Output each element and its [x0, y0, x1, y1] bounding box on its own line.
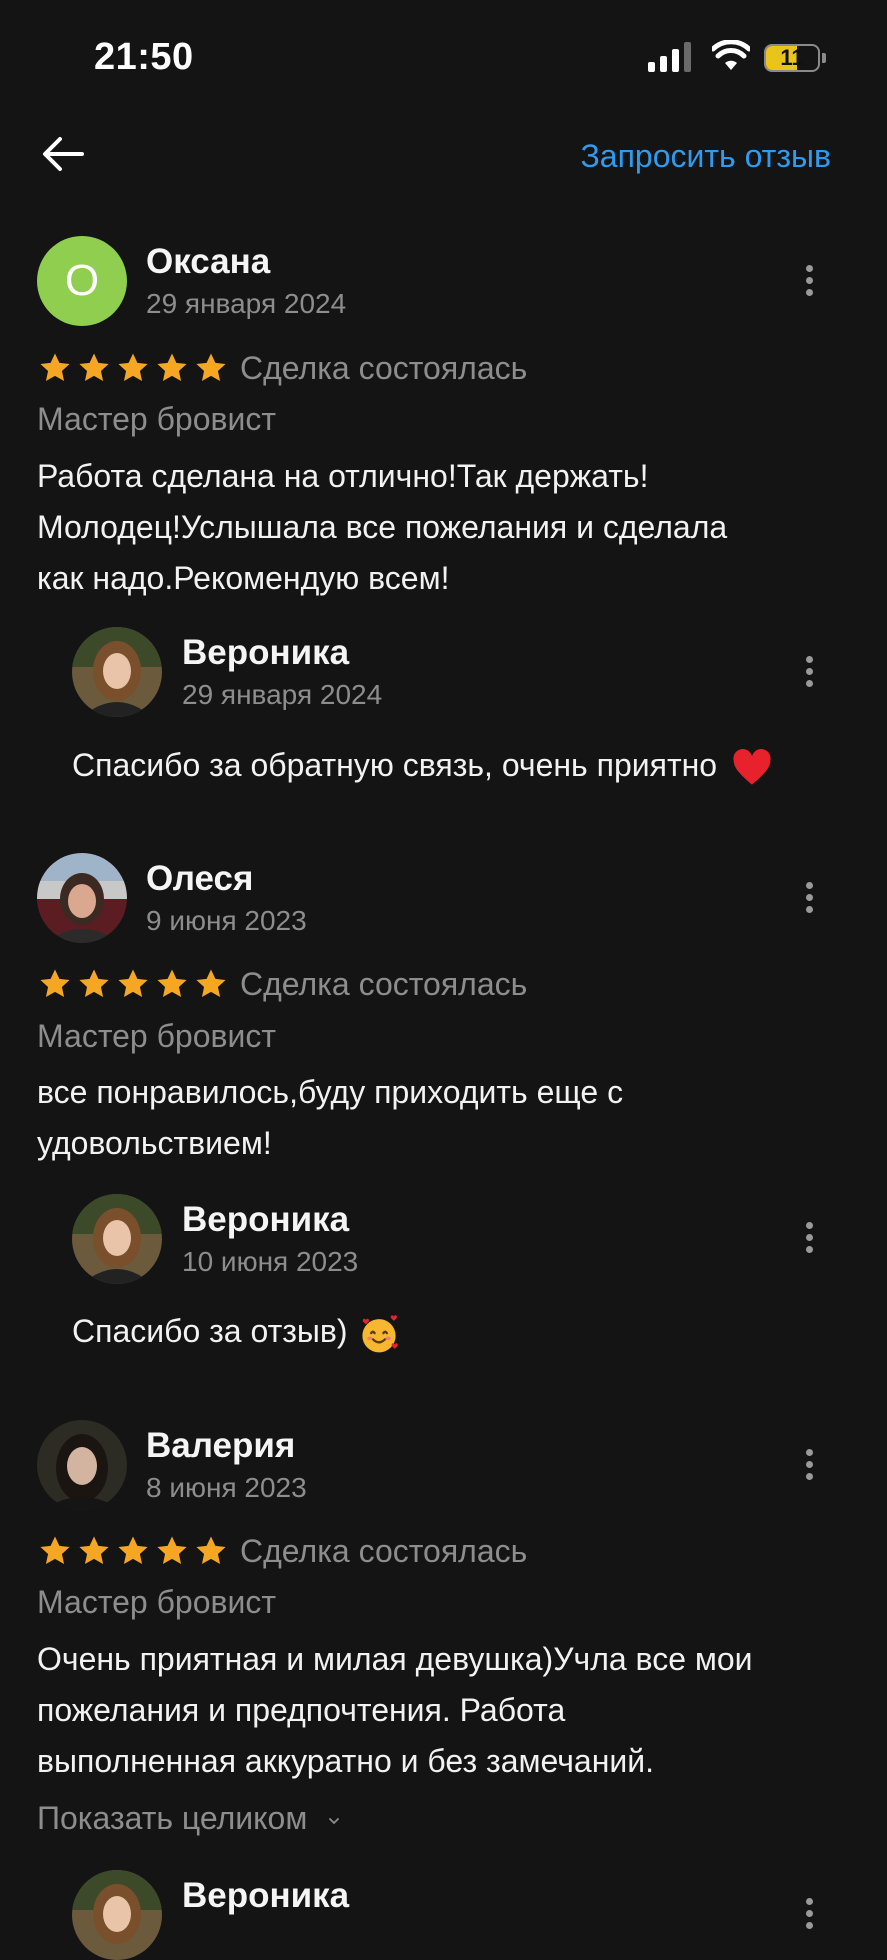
show-full-review-button[interactable]: Показать целиком	[37, 1800, 342, 1837]
rating-stars	[38, 966, 233, 1002]
smiling-face-with-hearts-emoji	[362, 1314, 399, 1352]
star-icon	[79, 1536, 109, 1565]
star-icon	[196, 1536, 226, 1565]
review-text-line: Молодец!Услышала все пожелания и сделала	[37, 509, 728, 545]
chevron-down-icon	[329, 1817, 340, 1824]
reviewer-name[interactable]: Оксана	[146, 242, 270, 282]
review-text-line: удовольствием!	[37, 1125, 272, 1161]
review-text: Очень приятная и милая девушка)Учла все …	[37, 1634, 847, 1787]
review-date: 9 июня 2023	[146, 905, 307, 936]
status-time: 21:50	[94, 36, 194, 78]
battery-nub	[822, 53, 826, 63]
star-icon	[157, 969, 187, 998]
star-icon	[118, 1536, 148, 1565]
service-name: Мастер бровист	[37, 1018, 277, 1054]
reply-text: Спасибо за обратную связь, очень приятно	[72, 740, 872, 790]
top-bar: Запросить отзыв	[0, 120, 887, 190]
star-icon	[196, 353, 226, 382]
avatar[interactable]	[37, 853, 127, 943]
star-icon	[40, 1536, 70, 1565]
more-options-icon[interactable]	[799, 1222, 819, 1262]
show-full-review-label: Показать целиком	[37, 1800, 308, 1836]
review-text-line: выполненная аккуратно и без замечаний.	[37, 1743, 654, 1779]
more-options-icon[interactable]	[799, 656, 819, 696]
review-text: все понравилось,буду приходить еще с удо…	[37, 1067, 847, 1169]
star-icon	[40, 969, 70, 998]
star-icon	[79, 969, 109, 998]
more-options-icon[interactable]	[799, 1449, 819, 1489]
review-text-line: Очень приятная и милая девушка)Учла все …	[37, 1641, 753, 1677]
reviewer-name[interactable]: Валерия	[146, 1426, 295, 1466]
battery-level: 11	[780, 45, 804, 70]
review-text-line: пожелания и предпочтения. Работа	[37, 1692, 566, 1728]
signal-icon	[648, 42, 691, 72]
deal-status: Сделка состоялась	[240, 966, 528, 1002]
status-bar: 21:50 11	[0, 0, 887, 120]
more-options-icon[interactable]	[799, 882, 819, 922]
review-text: Работа сделана на отлично!Так держать! М…	[37, 451, 847, 604]
review-text-line: Работа сделана на отлично!Так держать!	[37, 458, 649, 494]
more-options-icon[interactable]	[799, 1898, 819, 1938]
request-review-button[interactable]: Запросить отзыв	[580, 138, 831, 175]
more-options-icon[interactable]	[799, 265, 819, 305]
back-arrow-icon[interactable]	[40, 134, 86, 174]
reply-author-name[interactable]: Вероника	[182, 633, 349, 673]
rating-stars	[38, 1533, 233, 1569]
reply-text: Спасибо за отзыв)	[72, 1306, 872, 1356]
avatar[interactable]	[72, 1194, 162, 1284]
rating-stars	[38, 350, 233, 386]
reply-date: 29 января 2024	[182, 679, 383, 710]
reviewer-name[interactable]: Олеся	[146, 859, 253, 899]
deal-status: Сделка состоялась	[240, 350, 528, 386]
service-name: Мастер бровист	[37, 401, 277, 437]
star-icon	[118, 353, 148, 382]
star-icon	[157, 353, 187, 382]
avatar[interactable]	[37, 1420, 127, 1510]
star-icon	[157, 1536, 187, 1565]
service-name: Мастер бровист	[37, 1584, 277, 1620]
deal-status: Сделка состоялась	[240, 1533, 528, 1569]
star-icon	[196, 969, 226, 998]
reply-text-content: Спасибо за отзыв)	[72, 1313, 348, 1349]
avatar[interactable]: О	[37, 236, 127, 326]
wifi-icon	[712, 40, 750, 70]
star-icon	[118, 969, 148, 998]
avatar[interactable]	[72, 1870, 162, 1960]
reply-author-name[interactable]: Вероника	[182, 1876, 349, 1916]
star-icon	[40, 353, 70, 382]
review-text-line: все понравилось,буду приходить еще с	[37, 1074, 624, 1110]
review-date: 29 января 2024	[146, 288, 347, 319]
reply-date: 10 июня 2023	[182, 1246, 359, 1277]
battery-icon: 11	[764, 44, 820, 72]
reply-author-name[interactable]: Вероника	[182, 1200, 349, 1240]
review-text-line: как надо.Рекомендую всем!	[37, 560, 450, 596]
star-icon	[79, 353, 109, 382]
review-date: 8 июня 2023	[146, 1472, 307, 1503]
heart-emoji	[733, 748, 771, 785]
avatar[interactable]	[72, 627, 162, 717]
reply-text-content: Спасибо за обратную связь, очень приятно	[72, 747, 718, 783]
